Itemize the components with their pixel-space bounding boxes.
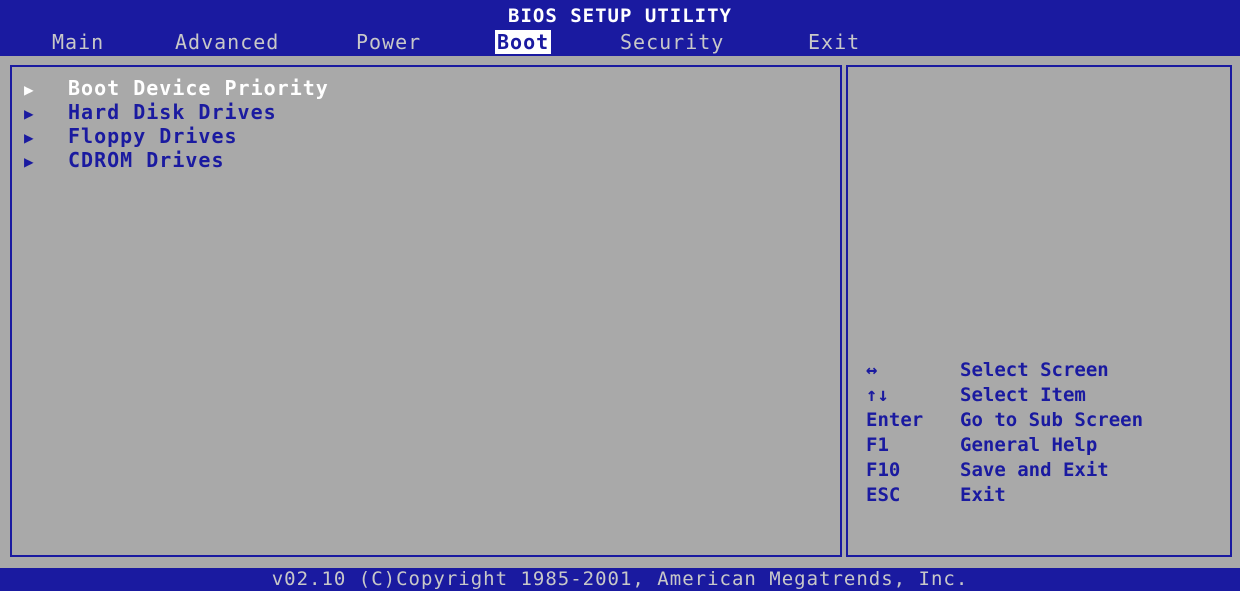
- bios-title: BIOS SETUP UTILITY: [508, 5, 732, 27]
- help-row-enter: Enter Go to Sub Screen: [866, 408, 1143, 433]
- menu-item-hard-disk-drives[interactable]: ▶ Hard Disk Drives: [24, 100, 329, 124]
- tab-main[interactable]: Main: [52, 30, 104, 54]
- left-right-arrow-icon: ↔: [866, 359, 878, 381]
- tab-exit[interactable]: Exit: [808, 30, 860, 54]
- menu-item-label: Floppy Drives: [68, 124, 238, 148]
- tab-power[interactable]: Power: [356, 30, 421, 54]
- menu-item-label: Hard Disk Drives: [68, 100, 277, 124]
- copyright-text: v02.10 (C)Copyright 1985-2001, American …: [271, 568, 969, 590]
- help-description: Save and Exit: [960, 459, 1109, 481]
- help-description: Select Item: [960, 384, 1086, 406]
- help-row-f1: F1 General Help: [866, 433, 1143, 458]
- help-description: General Help: [960, 434, 1098, 456]
- tab-advanced[interactable]: Advanced: [175, 30, 279, 54]
- help-row-select-screen: ↔ Select Screen: [866, 358, 1143, 383]
- footer-bar: v02.10 (C)Copyright 1985-2001, American …: [0, 568, 1240, 591]
- submenu-arrow-icon: ▶: [24, 152, 35, 171]
- key-help-list: ↔ Select Screen ↑↓ Select Item Enter Go to …: [866, 358, 1143, 508]
- submenu-arrow-icon: ▶: [24, 128, 35, 147]
- menu-item-boot-device-priority[interactable]: ▶ Boot Device Priority: [24, 76, 329, 100]
- help-key: F1: [866, 434, 889, 456]
- menu-item-label: Boot Device Priority: [68, 76, 329, 100]
- menu-item-floppy-drives[interactable]: ▶ Floppy Drives: [24, 124, 329, 148]
- submenu-arrow-icon: ▶: [24, 104, 35, 123]
- help-row-select-item: ↑↓ Select Item: [866, 383, 1143, 408]
- help-description: Exit: [960, 484, 1006, 506]
- help-key: F10: [866, 459, 901, 481]
- up-down-arrow-icon: ↑↓: [866, 384, 889, 406]
- menu-item-label: CDROM Drives: [68, 148, 225, 172]
- boot-menu-list: ▶ Boot Device Priority ▶ Hard Disk Drives …: [24, 76, 329, 172]
- help-row-f10: F10 Save and Exit: [866, 458, 1143, 483]
- menu-item-cdrom-drives[interactable]: ▶ CDROM Drives: [24, 148, 329, 172]
- title-bar: BIOS SETUP UTILITY Main Advanced Power B…: [0, 0, 1240, 56]
- help-description: Select Screen: [960, 359, 1109, 381]
- help-key: ESC: [866, 484, 901, 506]
- submenu-arrow-icon: ▶: [24, 80, 35, 99]
- tab-boot[interactable]: Boot: [495, 30, 552, 54]
- help-description: Go to Sub Screen: [960, 409, 1144, 431]
- help-row-esc: ESC Exit: [866, 483, 1143, 508]
- help-key: Enter: [866, 409, 924, 431]
- tab-security[interactable]: Security: [620, 30, 724, 54]
